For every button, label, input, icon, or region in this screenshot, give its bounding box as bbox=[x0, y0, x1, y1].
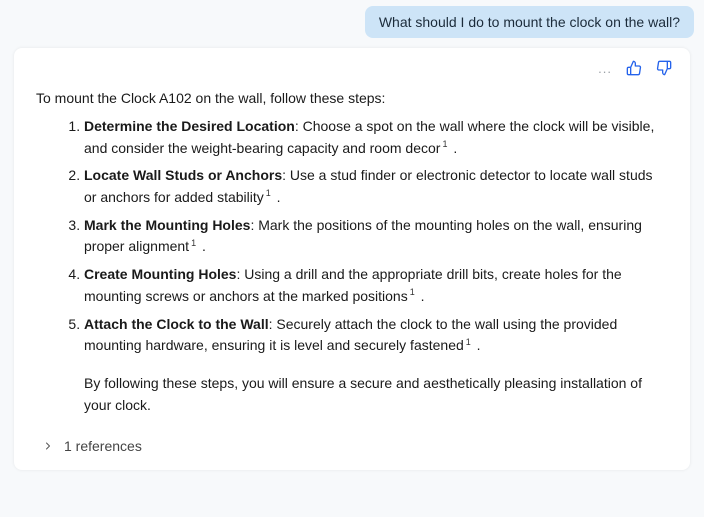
citation[interactable]: 1 bbox=[464, 337, 473, 347]
user-message-bubble: What should I do to mount the clock on t… bbox=[365, 6, 694, 38]
step-title: Attach the Clock to the Wall bbox=[84, 316, 269, 332]
list-item: Mark the Mounting Holes: Mark the positi… bbox=[84, 215, 668, 258]
citation[interactable]: 1 bbox=[440, 139, 449, 149]
card-actions: ... bbox=[598, 60, 672, 76]
references-label: 1 references bbox=[64, 438, 142, 454]
response-intro: To mount the Clock A102 on the wall, fol… bbox=[36, 90, 668, 106]
step-title: Locate Wall Studs or Anchors bbox=[84, 167, 282, 183]
list-item: Determine the Desired Location: Choose a… bbox=[84, 116, 668, 159]
list-item: Locate Wall Studs or Anchors: Use a stud… bbox=[84, 165, 668, 208]
assistant-response-card: ... To mount the Clock A102 on the wall,… bbox=[14, 48, 690, 470]
step-title: Create Mounting Holes bbox=[84, 266, 236, 282]
more-button[interactable]: ... bbox=[598, 61, 612, 76]
steps-list: Determine the Desired Location: Choose a… bbox=[36, 116, 668, 416]
citation[interactable]: 1 bbox=[264, 188, 273, 198]
step-title: Determine the Desired Location bbox=[84, 118, 295, 134]
step-title: Mark the Mounting Holes bbox=[84, 217, 250, 233]
list-item: Attach the Clock to the Wall: Securely a… bbox=[84, 314, 668, 417]
closing-text: By following these steps, you will ensur… bbox=[84, 373, 668, 416]
citation[interactable]: 1 bbox=[408, 287, 417, 297]
thumbs-down-icon[interactable] bbox=[656, 60, 672, 76]
thumbs-up-icon[interactable] bbox=[626, 60, 642, 76]
chevron-right-icon bbox=[42, 440, 54, 452]
list-item: Create Mounting Holes: Using a drill and… bbox=[84, 264, 668, 307]
citation[interactable]: 1 bbox=[189, 238, 198, 248]
references-toggle[interactable]: 1 references bbox=[36, 438, 668, 460]
